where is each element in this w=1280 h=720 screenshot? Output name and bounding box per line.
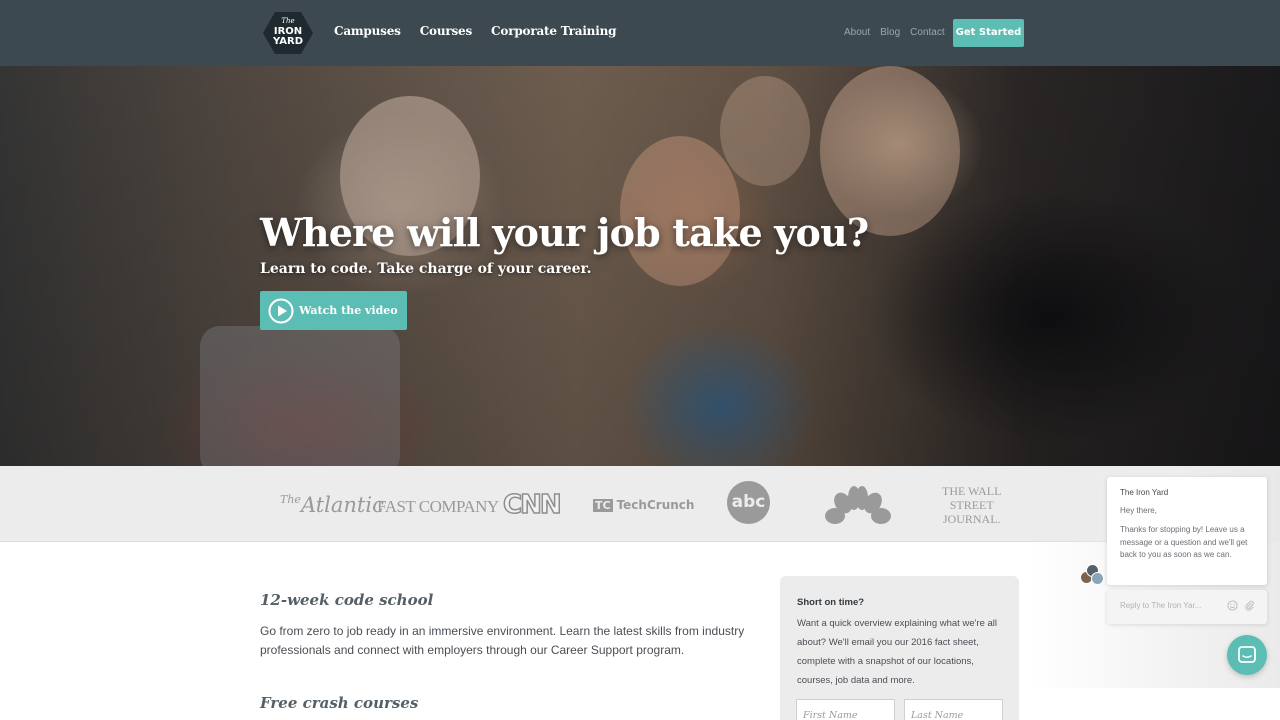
emoji-icon[interactable] (1227, 600, 1238, 611)
nav-campuses[interactable]: Campuses (334, 24, 401, 38)
hero-overlay (0, 66, 1280, 466)
nbc-peacock-logo (824, 486, 892, 526)
play-circle-icon (268, 298, 294, 323)
chat-message-card[interactable]: The Iron Yard Hey there, Thanks for stop… (1107, 477, 1267, 585)
svg-text:The: The (281, 17, 294, 25)
cnn-logo: CNN (502, 489, 562, 521)
top-nav: The IRON YARD Campuses Courses Corporate… (0, 0, 1280, 66)
code-school-heading: 12-week code school (260, 591, 434, 609)
chat-reply-placeholder: Reply to The Iron Yar... (1120, 601, 1202, 610)
chat-team-avatars (1080, 564, 1106, 588)
iron-yard-logo[interactable]: The IRON YARD (263, 11, 313, 55)
nav-blog[interactable]: Blog (880, 27, 900, 38)
crash-courses-heading: Free crash courses (260, 694, 419, 712)
chat-reply-actions (1227, 600, 1255, 611)
chat-sender: The Iron Yard (1120, 488, 1169, 497)
techcrunch-logo: TC TechCrunch (593, 498, 695, 512)
first-name-input[interactable]: First Name (796, 699, 895, 720)
watch-video-label: Watch the video (299, 304, 398, 317)
chat-bubble-icon (1238, 646, 1256, 663)
fast-company-logo: FAST COMPANY (377, 497, 499, 516)
svg-text:YARD: YARD (272, 36, 303, 47)
chat-message: Thanks for stopping by! Leave us a messa… (1120, 525, 1248, 559)
watch-video-button[interactable]: Watch the video (260, 291, 407, 330)
secondary-nav: About Blog Contact (844, 27, 945, 38)
chat-launcher-button[interactable] (1227, 635, 1267, 675)
paperclip-icon[interactable] (1244, 600, 1255, 611)
avatar (1091, 572, 1104, 585)
wall-street-journal-logo: THE WALL STREET JOURNAL. (942, 484, 1002, 526)
form-description: Want a quick overview explaining what we… (797, 618, 998, 686)
main-nav: Campuses Courses Corporate Training (334, 24, 616, 38)
code-school-description: Go from zero to job ready in an immersiv… (260, 624, 745, 657)
nav-corporate-training[interactable]: Corporate Training (491, 24, 616, 38)
chat-reply-input[interactable]: Reply to The Iron Yar... (1107, 590, 1267, 624)
hero-banner: Where will your job take you? Learn to c… (0, 66, 1280, 466)
fact-sheet-form: Short on time? Want a quick overview exp… (780, 576, 1019, 720)
form-title: Short on time? (797, 597, 865, 608)
the-atlantic-logo: TheAtlantic (280, 493, 384, 517)
get-started-button[interactable]: Get Started (953, 19, 1024, 47)
hero-title: Where will your job take you? (260, 210, 869, 255)
nav-courses[interactable]: Courses (420, 24, 473, 38)
abc-logo: abc (727, 481, 770, 524)
chat-greeting: Hey there, (1120, 506, 1157, 515)
hero-subtitle: Learn to code. Take charge of your caree… (260, 261, 592, 277)
last-name-input[interactable]: Last Name (904, 699, 1003, 720)
nav-contact[interactable]: Contact (910, 27, 944, 38)
nav-about[interactable]: About (844, 27, 870, 38)
